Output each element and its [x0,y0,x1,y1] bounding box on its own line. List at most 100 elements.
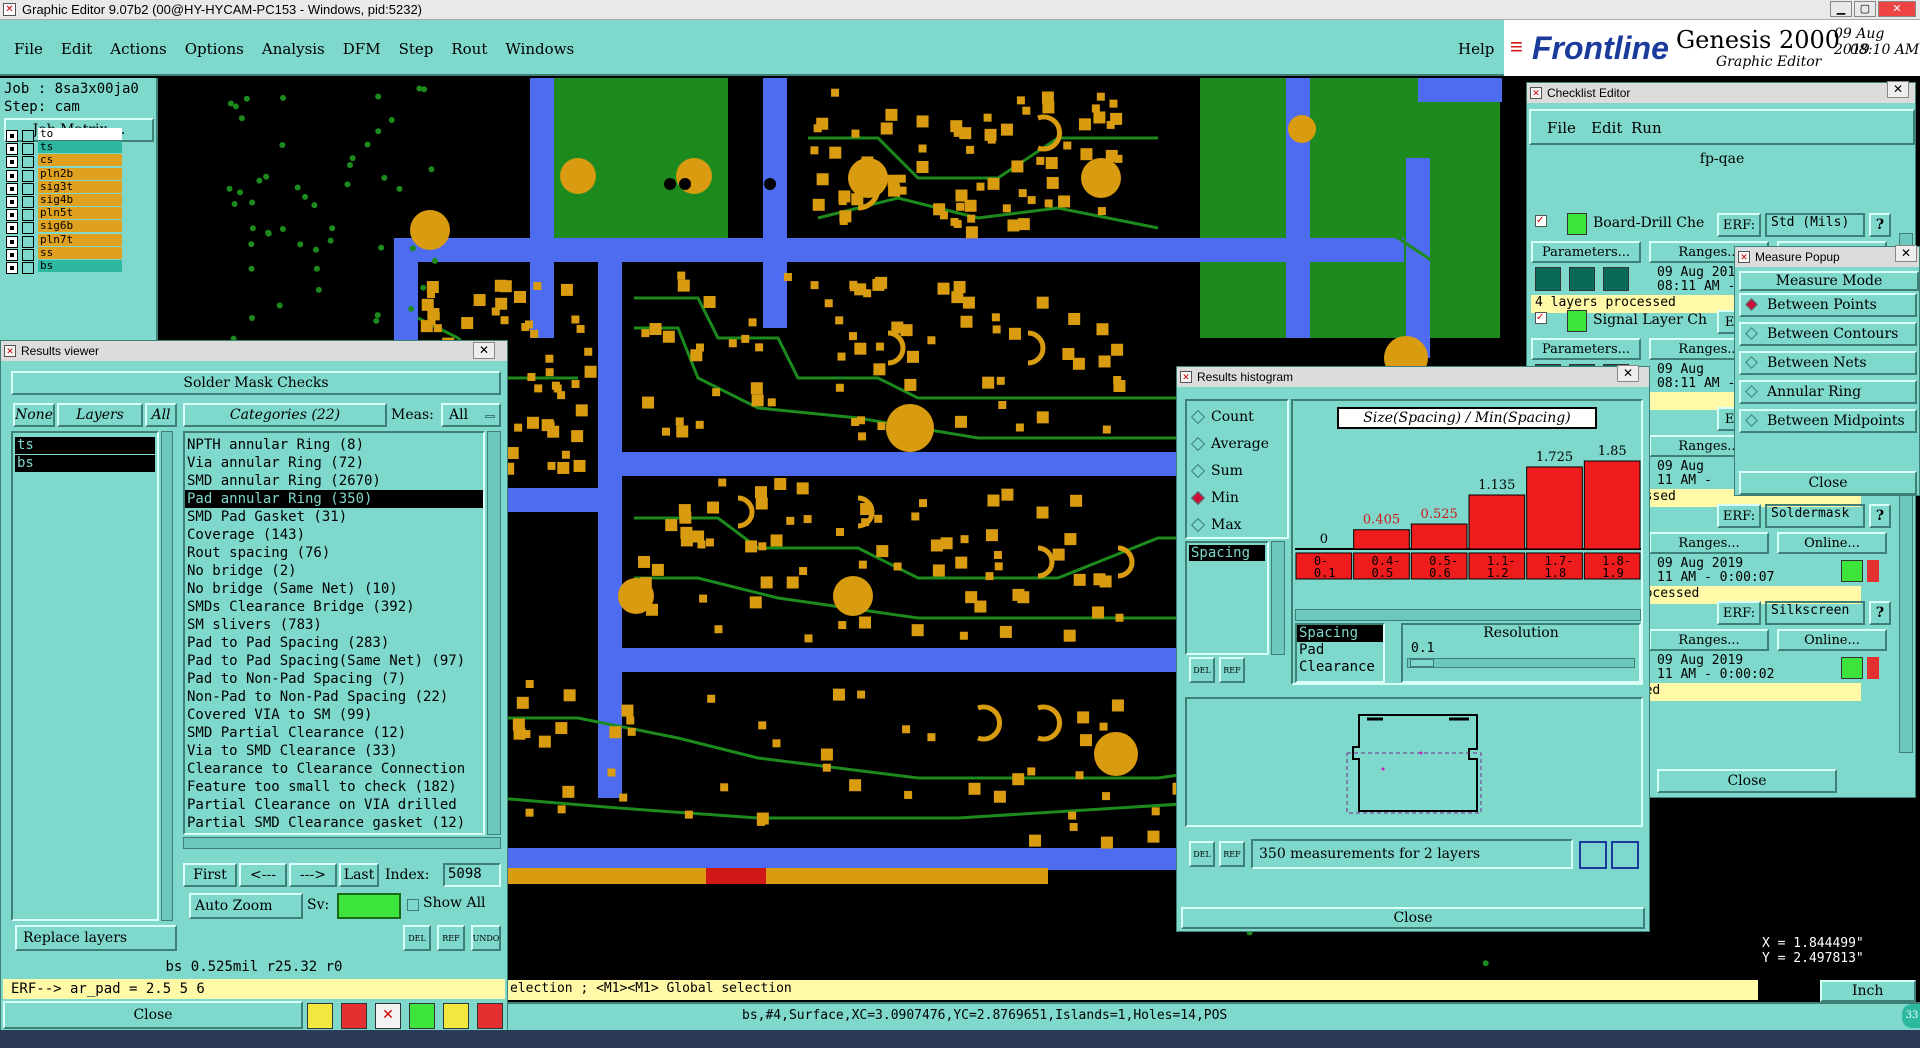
layer-checkbox[interactable] [6,196,18,208]
layer-checkbox[interactable] [6,248,18,261]
replace-layers-button[interactable]: Replace layers [15,925,177,951]
category-item[interactable]: No bridge (2) [185,562,483,580]
category-item[interactable]: Via to SMD Clearance (33) [185,742,483,760]
auto-zoom-dropdown[interactable]: Auto Zoom [189,893,303,919]
menu-file[interactable]: File [14,40,43,58]
menu-analysis[interactable]: Analysis [262,40,325,58]
category-item[interactable]: Rout spacing (76) [185,544,483,562]
type-item-pad[interactable]: Pad [1297,642,1383,659]
check-enable-checkbox[interactable]: ✓ [1535,312,1547,324]
check-action-icon[interactable] [1567,310,1587,332]
histogram-close-button[interactable]: Close [1181,907,1645,929]
checklist-menu-run[interactable]: Run [1631,119,1662,137]
category-item[interactable]: SMD Pad Gasket (31) [185,508,483,526]
layer-filter-item-ts[interactable]: ts [15,437,155,454]
category-item[interactable]: Pad annular Ring (350) [185,490,483,508]
zoom-window-icon[interactable] [1579,841,1607,869]
layer-checkbox[interactable] [6,156,18,169]
ranges-button[interactable]: Ranges... [1649,629,1769,651]
prev-button[interactable]: <--- [239,863,287,887]
menu-options[interactable]: Options [185,40,244,58]
erf-value[interactable]: Std (Mils) [1765,213,1865,237]
category-scrollbar[interactable] [487,431,501,835]
type-item-clearance[interactable]: Clearance [1297,659,1383,676]
stat-option-min[interactable]: Min [1187,487,1287,509]
category-hscrollbar[interactable] [183,837,501,849]
undo-button[interactable]: UNDO [471,925,501,951]
sv-color-dropdown[interactable] [337,893,401,919]
checklist-menu-edit[interactable]: Edit [1591,119,1622,137]
verify-tool-icon[interactable] [409,1003,435,1029]
category-item[interactable]: SM slivers (783) [185,616,483,634]
category-item[interactable]: Clearance to Clearance Connection [185,760,483,778]
parameters-button[interactable]: Parameters... [1531,338,1641,360]
checklist-menu-file[interactable]: File [1547,119,1576,137]
minimize-button[interactable]: ▁ [1830,1,1852,17]
ref-button[interactable]: REF [437,925,465,951]
erf-button[interactable]: ERF: [1717,504,1761,528]
measure-mode-between-points[interactable]: Between Points [1739,293,1917,317]
show-all-checkbox[interactable] [407,899,419,911]
help-button[interactable]: ? [1869,213,1891,237]
category-item[interactable]: Via annular Ring (72) [185,454,483,472]
layer-checkbox[interactable] [6,222,18,235]
results-viewer-close-icon[interactable]: ✕ [473,342,495,359]
erf-value[interactable]: Soldermask [1765,504,1865,528]
category-item[interactable]: SMDs Clearance Bridge (392) [185,598,483,616]
checklist-close-button[interactable]: Close [1657,769,1837,793]
stat-option-sum[interactable]: Sum [1187,460,1287,482]
menu-actions[interactable]: Actions [110,40,166,58]
menu-step[interactable]: Step [399,40,434,58]
category-item[interactable]: Pad to Non-Pad Spacing (7) [185,670,483,688]
layer-checkbox[interactable] [6,143,18,156]
category-item[interactable]: NPTH annular Ring (8) [185,436,483,454]
help-button[interactable]: ? [1869,504,1891,528]
spacing-scrollbar[interactable] [1271,541,1285,655]
category-item[interactable]: Pad to Pad Spacing(Same Net) (97) [185,652,483,670]
erf-value[interactable]: Silkscreen [1765,601,1865,625]
chart-xscroll[interactable] [1295,609,1641,621]
results-close-button[interactable]: Close [3,1001,303,1029]
help-button[interactable]: ? [1869,601,1891,625]
stat-option-max[interactable]: Max [1187,514,1287,536]
category-item[interactable]: Non-Pad to Non-Pad Spacing (22) [185,688,483,706]
category-item[interactable]: Covered VIA to SM (99) [185,706,483,724]
category-item[interactable]: No bridge (Same Net) (10) [185,580,483,598]
measure-close-icon[interactable]: ✕ [1895,245,1917,262]
check-action-icon[interactable] [1567,213,1587,235]
measure-mode-annular-ring[interactable]: Annular Ring [1739,380,1917,404]
resolution-slider[interactable] [1407,658,1635,668]
category-item[interactable]: Pad to Pad Spacing (283) [185,634,483,652]
category-item[interactable]: Feature too small to check (182) [185,778,483,796]
run-icon[interactable] [1603,267,1629,291]
category-item[interactable]: Partial Clearance on VIA drilled [185,796,483,814]
layer-checkbox[interactable] [6,130,18,142]
layer-filter-scrollbar[interactable] [161,431,173,921]
online-button[interactable]: Online... [1777,629,1887,651]
report-tool-icon[interactable] [443,1003,469,1029]
measure-mode-between-midpoints[interactable]: Between Midpoints [1739,409,1917,433]
slider-thumb[interactable] [1410,659,1434,667]
stat-option-count[interactable]: Count [1187,406,1287,428]
parameters-button[interactable]: Parameters... [1531,241,1641,263]
preview-del-button[interactable]: DEL [1189,841,1215,867]
maximize-button[interactable]: ▢ [1854,1,1876,17]
run-icon[interactable] [1535,267,1561,291]
layer-checkbox[interactable] [6,209,18,222]
layer-checkbox[interactable] [6,169,18,182]
none-button[interactable]: None [13,403,55,427]
menu-dfm[interactable]: DFM [343,40,381,58]
categories-button[interactable]: Categories (22) [183,403,387,427]
category-item[interactable]: Partial SMD Clearance gasket (12) [185,814,483,832]
layer-checkbox[interactable] [6,262,18,274]
type-item-spacing[interactable]: Spacing [1297,625,1383,642]
units-dropdown[interactable]: Inch [1820,980,1916,1002]
erf-button[interactable]: ERF: [1717,601,1761,625]
category-item[interactable]: SMD annular Ring (2670) [185,472,483,490]
all-button[interactable]: All [145,403,177,427]
help-menu[interactable]: Help [1458,40,1494,58]
spacing-item[interactable]: Spacing [1189,545,1265,561]
layer-tool-icon[interactable] [307,1003,333,1029]
erf-button[interactable]: ERF: [1717,213,1761,237]
ranges-button[interactable]: Ranges... [1649,532,1769,554]
